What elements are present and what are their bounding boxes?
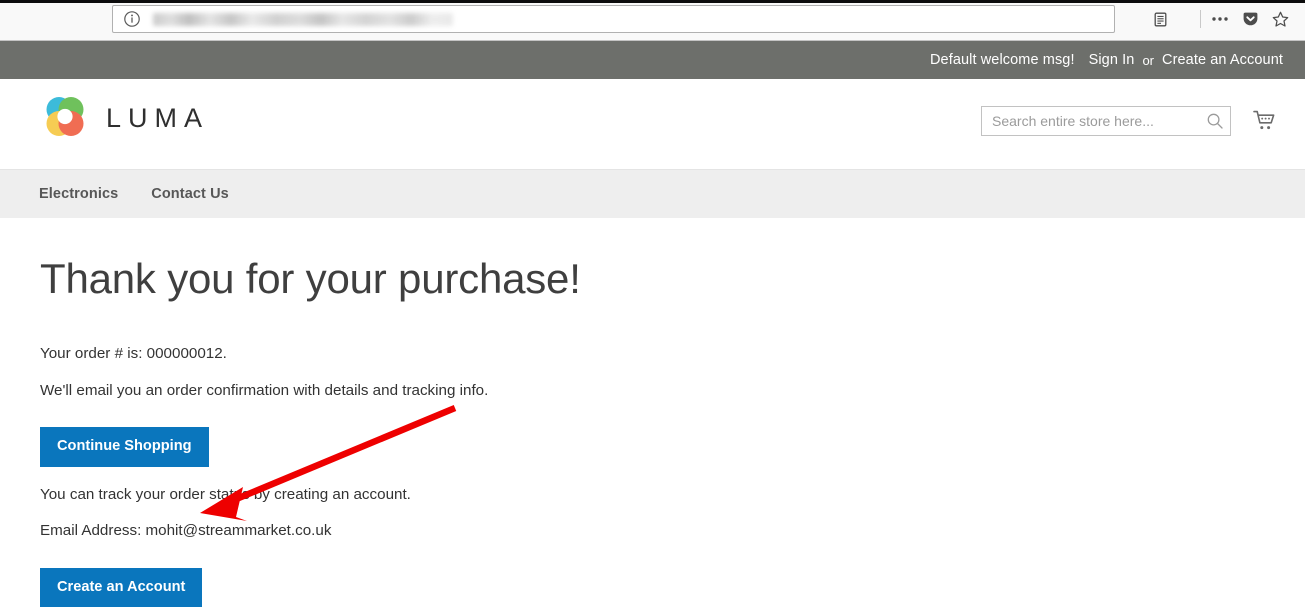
toolbar-divider	[1200, 10, 1201, 28]
search-box	[981, 106, 1231, 136]
pocket-icon[interactable]	[1235, 5, 1265, 33]
nav-item-electronics[interactable]: Electronics	[39, 186, 118, 202]
shopping-cart-icon[interactable]	[1247, 104, 1281, 138]
search-icon[interactable]	[1206, 112, 1224, 130]
nav-item-contact-us[interactable]: Contact Us	[151, 186, 229, 202]
track-order-text: You can track your order status by creat…	[40, 485, 411, 503]
welcome-message: Default welcome msg!	[929, 52, 1075, 68]
page-title: Thank you for your purchase!	[40, 255, 581, 302]
luma-logo[interactable]: LUMA	[39, 92, 209, 144]
order-number-text: Your order # is: 000000012.	[40, 345, 227, 363]
info-circle-icon[interactable]	[123, 10, 141, 28]
search-input[interactable]	[981, 106, 1231, 136]
logo-wordmark: LUMA	[106, 102, 210, 133]
main-navigation: Electronics Contact Us	[0, 169, 1305, 218]
main-content: Thank you for your purchase! Your order …	[0, 218, 1305, 607]
luma-rings-icon	[39, 92, 91, 144]
header-panel: Default welcome msg! Sign In or Create a…	[0, 41, 1305, 79]
address-bar[interactable]	[112, 5, 1115, 33]
url-text-redacted	[153, 12, 453, 26]
star-icon[interactable]	[1265, 5, 1295, 33]
ellipsis-icon[interactable]	[1205, 5, 1235, 33]
create-account-button[interactable]: Create an Account	[40, 567, 203, 607]
create-account-link[interactable]: Create an Account	[1162, 52, 1283, 68]
email-address-text: Email Address: mohit@streammarket.co.uk	[40, 522, 332, 540]
continue-shopping-button[interactable]: Continue Shopping	[40, 427, 209, 467]
order-confirmation-text: We'll email you an order confirmation wi…	[40, 381, 489, 399]
site-header: LUMA	[0, 79, 1305, 169]
browser-toolbar	[0, 0, 1305, 41]
reader-view-button[interactable]	[1145, 5, 1175, 33]
luma-storefront-page: Default welcome msg! Sign In or Create a…	[0, 41, 1305, 607]
or-label: or	[1142, 52, 1154, 68]
sign-in-link[interactable]: Sign In	[1089, 52, 1135, 68]
browser-titlebar-strip	[0, 0, 1305, 3]
browser-toolbar-actions	[1196, 5, 1305, 33]
